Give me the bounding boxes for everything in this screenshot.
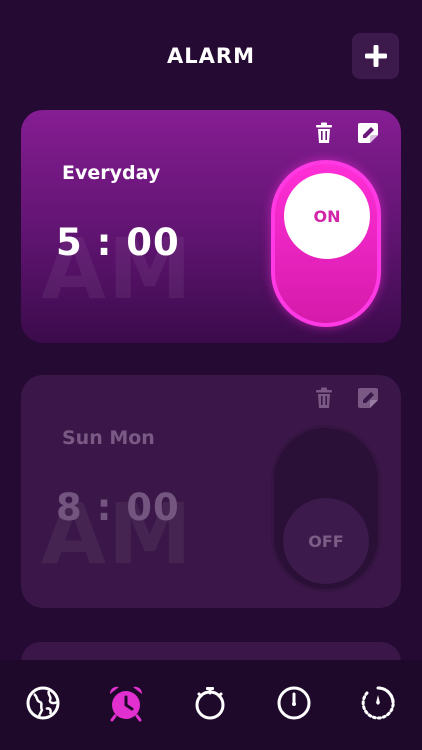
tab-world-clock[interactable] [23, 683, 63, 723]
alarm-days: Everyday [62, 162, 161, 184]
tab-alarm[interactable] [106, 683, 146, 723]
alarm-time: 5 : 00 [56, 221, 180, 264]
alarm-card[interactable]: AM Everyday 5 : 00 ON [21, 110, 401, 343]
toggle-knob: OFF [283, 498, 369, 584]
tab-stopwatch[interactable] [190, 683, 230, 723]
delete-button[interactable] [311, 120, 337, 146]
clock-icon [277, 686, 311, 720]
add-alarm-button[interactable] [352, 33, 399, 79]
alarm-days: Sun Mon [62, 427, 155, 449]
timer-icon [361, 686, 395, 720]
alarm-time: 8 : 00 [56, 486, 180, 529]
tab-clock[interactable] [274, 683, 314, 723]
alarm-toggle[interactable]: OFF [271, 425, 381, 592]
delete-button[interactable] [311, 385, 337, 411]
alarm-icon [109, 686, 143, 722]
plus-icon [364, 45, 387, 67]
edit-button[interactable] [355, 385, 381, 411]
alarm-toggle[interactable]: ON [271, 160, 381, 327]
tab-bar [0, 660, 422, 750]
edit-button[interactable] [355, 120, 381, 146]
toggle-knob: ON [284, 173, 370, 259]
stopwatch-icon [195, 687, 225, 720]
edit-icon [358, 388, 378, 408]
alarm-card[interactable]: AM Sun Mon 8 : 00 OFF [21, 375, 401, 608]
tab-timer[interactable] [358, 683, 398, 723]
edit-icon [358, 123, 378, 143]
world-clock-icon [26, 686, 60, 720]
header: ALARM [0, 0, 422, 112]
trash-icon [316, 387, 332, 408]
trash-icon [316, 122, 332, 143]
